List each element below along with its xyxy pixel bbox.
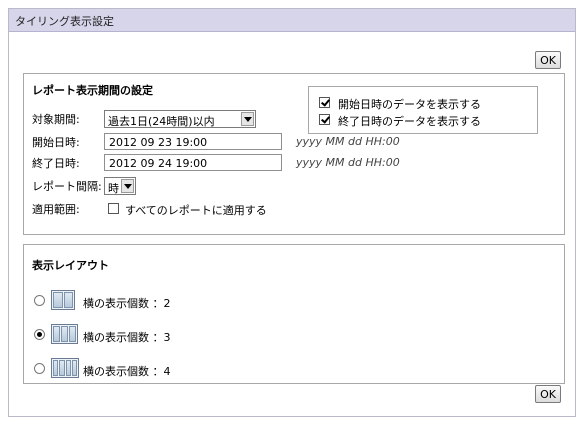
end-datetime-label: 終了日時: [32, 157, 80, 170]
display-options-box: 開始日時のデータを表示する 終了日時のデータを表示する [308, 86, 538, 134]
layout-3-label: 横の表示個数 ：3 [83, 331, 171, 344]
ok-button-top[interactable]: OK [535, 51, 561, 69]
target-period-select[interactable]: 過去1日(24時間)以内 [104, 110, 256, 128]
end-datetime-format-hint: yyyy MM dd HH:00 [296, 156, 400, 169]
display-layout-title: 表示レイアウト [32, 259, 109, 272]
end-datetime-input[interactable]: 2012 09 24 19:00 [104, 154, 282, 171]
ok-button-bottom[interactable]: OK [535, 385, 561, 403]
display-layout-panel: 表示レイアウト 横の表示個数 ：2 横の表示個数 ：3 横の表示個数 ：4 [23, 244, 565, 384]
three-column-layout-icon [51, 324, 78, 344]
apply-all-reports-checkbox[interactable] [108, 203, 119, 214]
report-period-panel: レポート表示期間の設定 対象期間: 過去1日(24時間)以内 開始日時: 201… [23, 73, 565, 235]
four-column-layout-icon [51, 358, 79, 378]
start-datetime-label: 開始日時: [32, 136, 80, 149]
two-column-layout-icon [51, 290, 75, 310]
layout-4-radio[interactable] [34, 363, 45, 374]
start-datetime-format-hint: yyyy MM dd HH:00 [296, 135, 400, 148]
target-period-value: 過去1日(24時間)以内 [108, 115, 215, 128]
start-datetime-value: 2012 09 23 19:00 [109, 136, 208, 149]
target-period-label: 対象期間: [32, 113, 80, 126]
dialog-title: タイリング表示設定 [15, 15, 114, 28]
layout-2-label: 横の表示個数 ：2 [83, 297, 171, 310]
chevron-down-icon[interactable] [241, 112, 254, 126]
show-start-data-checkbox[interactable] [319, 97, 330, 108]
start-datetime-input[interactable]: 2012 09 23 19:00 [104, 133, 282, 150]
report-interval-select[interactable]: 時 [104, 177, 136, 195]
show-end-data-checkbox[interactable] [319, 114, 330, 125]
layout-2-radio[interactable] [34, 295, 45, 306]
end-datetime-value: 2012 09 24 19:00 [109, 157, 208, 170]
dialog-titlebar: タイリング表示設定 [9, 9, 575, 32]
show-start-data-label: 開始日時のデータを表示する [338, 98, 481, 111]
report-interval-label: レポート間隔: [32, 180, 102, 193]
report-interval-value: 時 [108, 182, 119, 195]
show-end-data-label: 終了日時のデータを表示する [338, 115, 481, 128]
report-period-title: レポート表示期間の設定 [32, 84, 153, 97]
layout-3-radio[interactable] [34, 329, 45, 340]
tiling-settings-dialog: タイリング表示設定 OK レポート表示期間の設定 対象期間: 過去1日(24時間… [8, 8, 576, 417]
scope-label: 適用範囲: [32, 203, 80, 216]
chevron-down-icon[interactable] [121, 179, 134, 193]
layout-4-label: 横の表示個数 ：4 [83, 365, 171, 378]
apply-all-reports-label: すべてのレポートに適用する [125, 204, 267, 217]
